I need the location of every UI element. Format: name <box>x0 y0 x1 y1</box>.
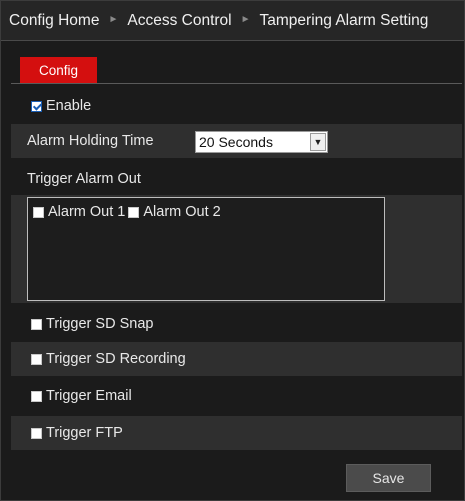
alarm-out-1-item[interactable]: Alarm Out 1 <box>33 204 125 220</box>
tab-config[interactable]: Config <box>20 57 97 83</box>
alarm-out-2-label: Alarm Out 2 <box>143 204 221 220</box>
trigger-email-checkbox[interactable] <box>31 390 42 402</box>
alarm-holding-time-row: Alarm Holding Time 20 Seconds ▼ <box>11 124 462 158</box>
trigger-ftp-checkbox[interactable] <box>31 427 42 439</box>
alarm-out-2-item[interactable]: Alarm Out 2 <box>128 204 221 220</box>
tab-bar: Config <box>11 57 462 84</box>
trigger-email-row: Trigger Email <box>11 379 462 413</box>
enable-label: Enable <box>46 98 92 114</box>
trigger-alarm-out-label: Trigger Alarm Out <box>27 171 141 187</box>
trigger-ftp-label: Trigger FTP <box>46 425 123 441</box>
alarm-holding-time-value: 20 Seconds <box>199 134 273 150</box>
alarm-holding-time-label: Alarm Holding Time <box>27 133 154 149</box>
trigger-sd-recording-label: Trigger SD Recording <box>46 351 186 367</box>
alarm-holding-time-select[interactable]: 20 Seconds ▼ <box>195 131 328 153</box>
breadcrumb: Config Home ► Access Control ► Tampering… <box>1 1 464 41</box>
save-button[interactable]: Save <box>346 464 431 492</box>
trigger-email-label: Trigger Email <box>46 388 132 404</box>
alarm-out-1-label: Alarm Out 1 <box>48 204 126 220</box>
enable-row: Enable <box>11 89 462 123</box>
trigger-sd-snap-row: Trigger SD Snap <box>11 307 462 341</box>
trigger-alarm-out-row: Trigger Alarm Out <box>11 162 462 196</box>
breadcrumb-config-home[interactable]: Config Home <box>9 12 99 30</box>
alarm-out-2-checkbox[interactable] <box>128 206 140 218</box>
trigger-sd-snap-checkbox[interactable] <box>31 318 42 330</box>
breadcrumb-separator-icon: ► <box>240 14 251 25</box>
alarm-out-1-checkbox[interactable] <box>33 206 44 218</box>
trigger-sd-snap-label: Trigger SD Snap <box>46 316 154 332</box>
settings-window: Config Home ► Access Control ► Tampering… <box>0 0 465 501</box>
breadcrumb-access-control[interactable]: Access Control <box>127 12 231 30</box>
alarm-out-list: Alarm Out 1 Alarm Out 2 <box>27 197 385 301</box>
breadcrumb-tampering-alarm-setting: Tampering Alarm Setting <box>259 11 429 29</box>
enable-checkbox[interactable] <box>31 100 42 112</box>
trigger-sd-recording-checkbox[interactable] <box>31 353 42 365</box>
alarm-out-panel: Alarm Out 1 Alarm Out 2 <box>11 195 462 303</box>
chevron-down-icon[interactable]: ▼ <box>310 133 326 151</box>
trigger-sd-recording-row: Trigger SD Recording <box>11 342 462 376</box>
breadcrumb-separator-icon: ► <box>108 14 119 25</box>
trigger-ftp-row: Trigger FTP <box>11 416 462 450</box>
